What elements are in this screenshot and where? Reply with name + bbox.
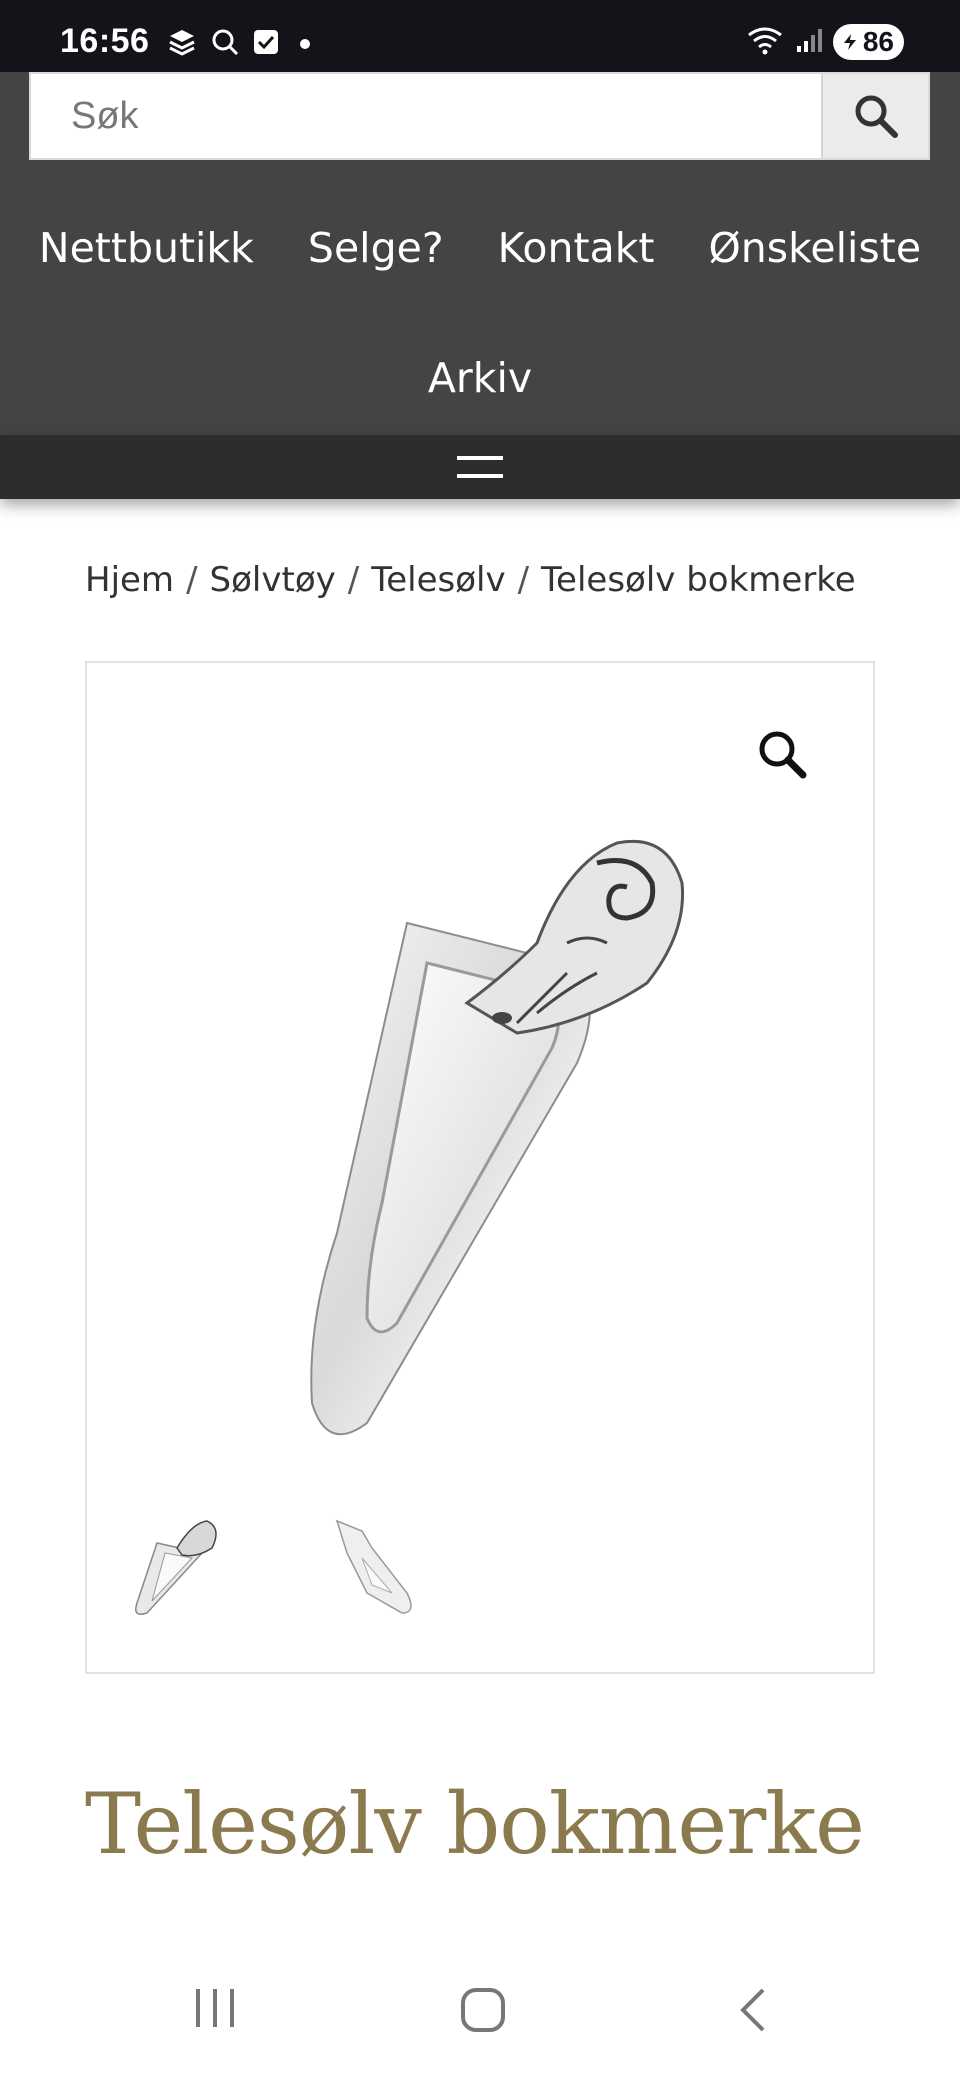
nav-item-selge[interactable]: Selge? (308, 224, 444, 272)
nav-item-kontakt[interactable]: Kontakt (498, 224, 655, 272)
battery-icon: 86 (832, 24, 904, 60)
battery-level: 86 (862, 26, 894, 57)
recents-icon[interactable] (192, 1985, 238, 2035)
breadcrumb: Hjem / Sølvtøy / Telesølv / Telesølv bokmerke (85, 560, 856, 600)
product-thumbnail-1[interactable] (127, 1513, 227, 1623)
back-icon[interactable] (735, 1985, 771, 2039)
magnifier-icon[interactable] (755, 727, 811, 783)
product-thumbnail-2[interactable] (322, 1513, 422, 1623)
hamburger-icon[interactable] (457, 452, 503, 482)
nav-item-nettbutikk[interactable]: Nettbutikk (39, 224, 254, 272)
status-icons-right: 86 (745, 24, 904, 60)
breadcrumb-separator: / (347, 560, 360, 600)
breadcrumb-item-solvtoy[interactable]: Sølvtøy (210, 560, 336, 600)
checkbox-icon (252, 28, 280, 60)
search-input[interactable] (31, 74, 823, 158)
menu-toggle-bar[interactable] (0, 435, 960, 499)
breadcrumb-separator: / (517, 560, 530, 600)
main-nav: Nettbutikk Selge? Kontakt Ønskeliste (0, 224, 960, 272)
nav-item-onskeliste[interactable]: Ønskeliste (709, 224, 922, 272)
breadcrumb-item-current: Telesølv bokmerke (541, 560, 856, 600)
product-gallery (85, 661, 875, 1674)
search-bar (29, 72, 930, 160)
signal-icon (795, 26, 823, 58)
status-time: 16:56 (60, 22, 150, 60)
notification-dot (300, 39, 310, 49)
wifi-icon (745, 25, 785, 59)
product-title: Telesølv bokmerke (85, 1775, 865, 1873)
home-icon[interactable] (460, 1985, 506, 2039)
nav-item-arkiv[interactable]: Arkiv (428, 354, 532, 402)
status-icons-left (166, 26, 310, 62)
breadcrumb-item-telesolv[interactable]: Telesølv (371, 560, 505, 600)
breadcrumb-item-home[interactable]: Hjem (85, 560, 174, 600)
search-icon (855, 95, 898, 138)
system-nav-bar (0, 1945, 960, 2080)
product-main-image[interactable] (267, 823, 727, 1443)
search-button[interactable] (821, 74, 928, 158)
search-icon (210, 27, 240, 61)
breadcrumb-separator: / (186, 560, 198, 600)
stack-app-icon (166, 26, 198, 62)
main-nav-row-2: Arkiv (0, 354, 960, 402)
status-bar: 16:56 86 (0, 0, 960, 72)
